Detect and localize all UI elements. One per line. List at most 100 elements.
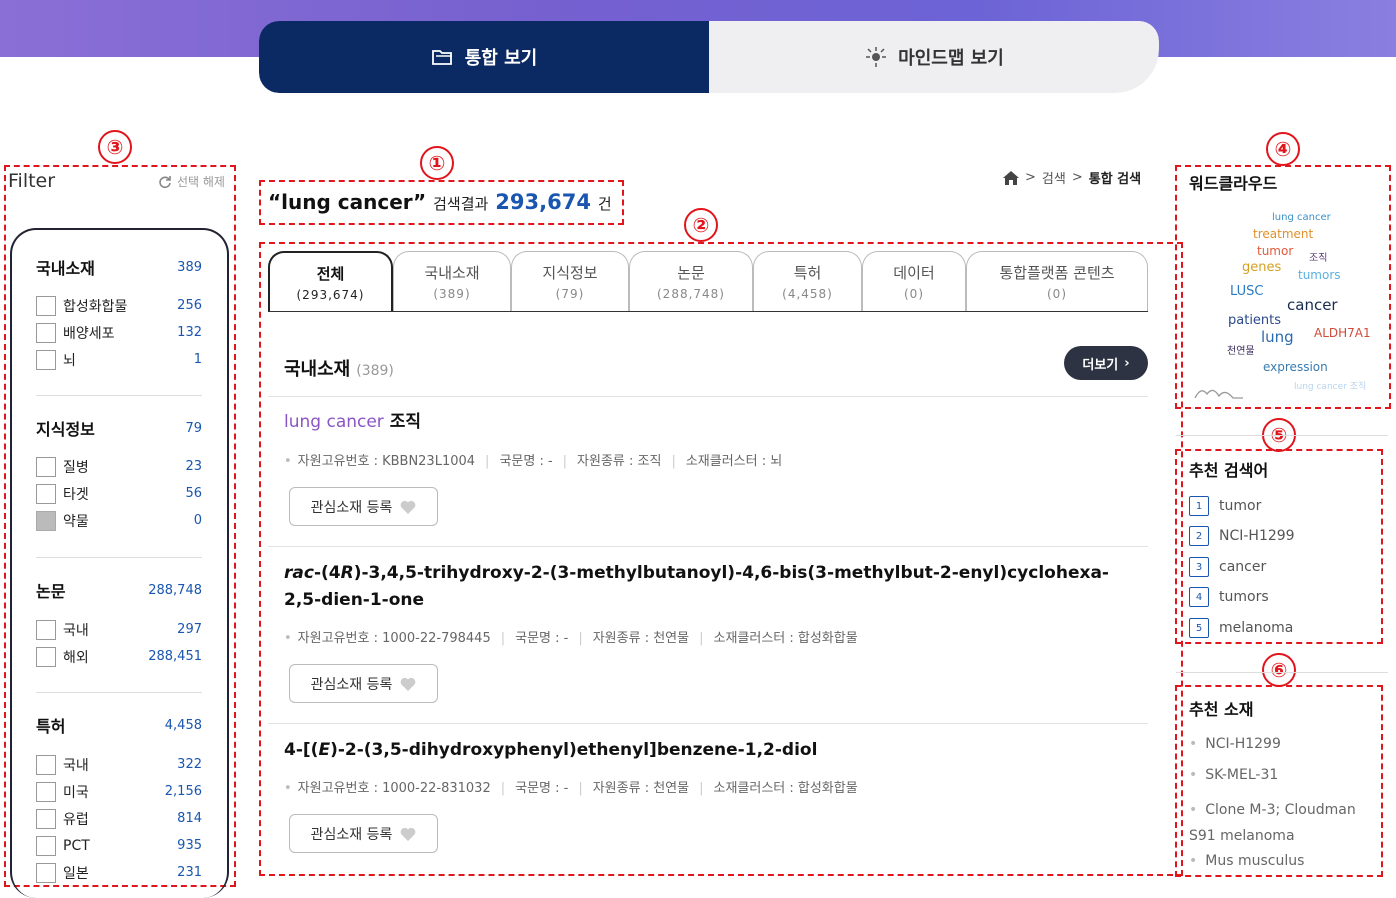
word[interactable]: lung [1261, 328, 1294, 346]
recommend-term: cancer [1219, 559, 1267, 575]
word[interactable]: lung cancer [1272, 212, 1331, 223]
filter-option-count: 288,451 [148, 649, 202, 664]
filter-option-label: 약물 [63, 513, 89, 530]
filter-option-label: 유럽 [63, 811, 89, 828]
word[interactable]: 천연물 [1227, 342, 1255, 357]
checkbox[interactable] [36, 781, 56, 802]
tab-label: 지식정보 [542, 264, 598, 282]
add-favorite-button[interactable]: 관심소재 등록 [289, 814, 438, 853]
recommend-search-item[interactable]: 1 tumor [1189, 495, 1261, 517]
result-title[interactable]: lung cancer 조직 [284, 409, 1134, 436]
recommend-search-item[interactable]: 3 cancer [1189, 556, 1266, 578]
word[interactable]: patients [1228, 313, 1281, 328]
filter-option-label: 배양세포 [63, 325, 115, 342]
word[interactable]: expression [1263, 360, 1328, 374]
tab-platform-content[interactable]: 통합플랫폼 콘텐츠 (0) [966, 251, 1148, 311]
filter-option[interactable]: 일본 231 [36, 859, 202, 886]
recommend-search-item[interactable]: 4 tumors [1189, 586, 1269, 608]
recommend-search-title: 추천 검색어 [1189, 461, 1269, 480]
rank-badge: 2 [1189, 526, 1209, 546]
divider [1176, 672, 1388, 673]
tab-domestic-material[interactable]: 국내소재 (389) [393, 251, 511, 311]
word[interactable]: tumors [1298, 268, 1341, 282]
checkbox[interactable] [36, 835, 56, 856]
filter-option[interactable]: 질병 23 [36, 453, 202, 480]
filter-group-domestic: 국내소재 389 합성화합물 256 배양세포 132 뇌1 [36, 255, 202, 373]
tab-data[interactable]: 데이터 (0) [862, 251, 966, 311]
recommend-material-item[interactable]: • NCI-H1299 [1189, 736, 1281, 752]
checkbox[interactable] [36, 808, 56, 829]
rank-badge: 4 [1189, 587, 1209, 607]
filter-option[interactable]: 유럽 814 [36, 805, 202, 832]
recommend-material-item[interactable]: • Clone M-3; Cloudman S91 melanoma [1189, 797, 1385, 849]
material-name: NCI-H1299 [1205, 736, 1281, 752]
word[interactable]: lung cancer 조직 [1294, 379, 1366, 392]
marker-2: ② [684, 208, 718, 242]
filter-option-label: 뇌 [63, 352, 76, 369]
filter-option[interactable]: 국내 297 [36, 616, 202, 643]
more-button[interactable]: 더보기 › [1064, 346, 1148, 380]
checkbox[interactable] [36, 456, 56, 477]
tab-count: (0) [1047, 287, 1067, 301]
tab-knowledge[interactable]: 지식정보 (79) [511, 251, 629, 311]
tab-count: (288,748) [657, 287, 725, 301]
filter-option-count: 56 [185, 486, 202, 501]
add-favorite-button[interactable]: 관심소재 등록 [289, 487, 438, 526]
filter-option[interactable]: 합성화합물 256 [36, 292, 202, 319]
tab-count: (293,674) [296, 287, 365, 302]
checkbox[interactable] [36, 295, 56, 316]
recommend-material-item[interactable]: • Mus musculus [1189, 853, 1304, 869]
word[interactable]: cancer [1287, 296, 1338, 314]
recommend-search-item[interactable]: 5 melanoma [1189, 617, 1293, 639]
checkbox[interactable] [36, 862, 56, 883]
filter-group-count: 79 [185, 420, 202, 436]
reset-selection-button[interactable]: 선택 해제 [158, 173, 225, 190]
word[interactable]: 조직 [1309, 249, 1327, 264]
word[interactable]: LUSC [1230, 284, 1263, 299]
filter-option-count: 2,156 [164, 784, 202, 799]
filter-option[interactable]: 뇌1 [36, 346, 202, 373]
section-title: 국내소재 (389) [284, 355, 394, 381]
checkbox[interactable] [36, 754, 56, 775]
filter-option-label: 해외 [63, 649, 89, 666]
marker-6: ⑥ [1262, 653, 1296, 687]
result-meta: • 자원고유번호 : KBBN23L1004 | 국문명 : - | 자원종류 : 조직 |… [284, 454, 783, 469]
filter-option[interactable]: 국내 322 [36, 751, 202, 778]
filter-option-label: 국내 [63, 757, 89, 774]
tab-mindmap-view[interactable]: 마인드맵 보기 [709, 21, 1159, 93]
recommend-search-item[interactable]: 2 NCI-H1299 [1189, 525, 1295, 547]
checkbox[interactable] [36, 322, 56, 343]
filter-option[interactable]: 타겟 56 [36, 480, 202, 507]
filter-option[interactable]: PCT 935 [36, 832, 202, 859]
word[interactable]: genes [1242, 260, 1281, 275]
checkbox[interactable] [36, 619, 56, 640]
tab-all[interactable]: 전체 (293,674) [268, 251, 393, 311]
checkbox[interactable] [36, 483, 56, 504]
recommend-term: melanoma [1219, 620, 1294, 636]
search-result-summary: “lung cancer” 검색결과 293,674 건 [268, 190, 612, 214]
word[interactable]: ALDH7A1 [1314, 326, 1371, 340]
result-title[interactable]: rac-(4R)-3,4,5-trihydroxy-2-(3-methylbut… [284, 560, 1134, 614]
filter-option-count: 1 [193, 352, 202, 367]
recommend-material-item[interactable]: • SK-MEL-31 [1189, 767, 1278, 783]
tab-count: (79) [555, 287, 585, 301]
home-icon[interactable] [1003, 170, 1019, 185]
word[interactable]: tumor [1257, 244, 1293, 258]
checkbox[interactable] [36, 349, 56, 370]
tab-integrated-view[interactable]: 통합 보기 [259, 21, 709, 93]
tab-patents[interactable]: 특허 (4,458) [753, 251, 862, 311]
result-title[interactable]: 4-[(E)-2-(3,5-dihydroxyphenyl)ethenyl]be… [284, 737, 1134, 764]
wordcloud-title: 워드클라우드 [1189, 174, 1278, 193]
divider [36, 692, 202, 693]
word[interactable]: treatment [1253, 227, 1313, 241]
filter-option-count: 935 [177, 838, 202, 853]
breadcrumb-search[interactable]: 검색 [1042, 168, 1066, 187]
add-favorite-button[interactable]: 관심소재 등록 [289, 664, 438, 703]
filter-option-label: 합성화합물 [63, 298, 128, 315]
filter-option[interactable]: 미국 2,156 [36, 778, 202, 805]
filter-option[interactable]: 해외 288,451 [36, 643, 202, 670]
checkbox[interactable] [36, 646, 56, 667]
filter-option[interactable]: 배양세포 132 [36, 319, 202, 346]
divider [268, 546, 1148, 547]
tab-papers[interactable]: 논문 (288,748) [629, 251, 753, 311]
